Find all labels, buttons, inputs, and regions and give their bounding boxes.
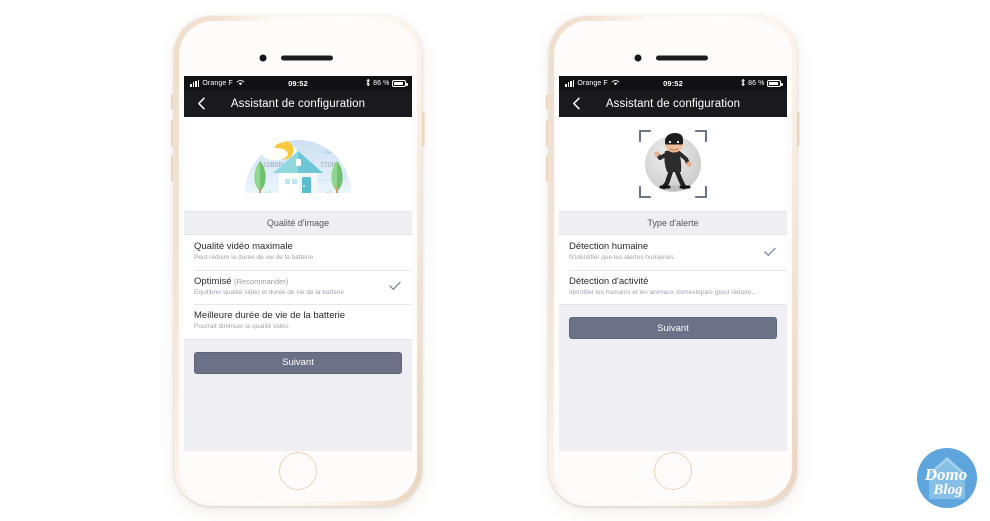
list-item[interactable]: Qualité vidéo maximale Peut réduire la d… xyxy=(184,235,412,270)
carrier-label: Orange F xyxy=(577,79,608,87)
chevron-left-icon xyxy=(572,97,581,110)
bottom-spacer xyxy=(184,374,412,452)
front-camera xyxy=(634,54,642,62)
chevron-left-icon xyxy=(197,97,206,110)
option-title: Détection d'activité xyxy=(569,275,649,287)
status-bar: Orange F 09:52 86 % xyxy=(559,76,787,90)
next-button-container: Suivant xyxy=(184,340,412,374)
bottom-spacer xyxy=(559,339,787,451)
option-title: Détection humaine xyxy=(569,241,649,252)
option-description: Pourrait diminuer la qualité vidéo xyxy=(194,323,289,331)
checkmark-icon xyxy=(763,247,777,257)
option-title: Meilleure durée de vie de la batterie xyxy=(194,310,346,321)
status-bar: Orange F 09:52 86 % xyxy=(184,76,412,90)
screen-content: Type d'alerte Détection humaine N'identi… xyxy=(559,117,787,451)
battery-icon xyxy=(392,79,408,87)
screen-content: 1080P 720P Qualité d'image Qualité vidéo… xyxy=(184,117,412,451)
option-description: Peut réduire la durée de vie de la batte… xyxy=(194,254,314,262)
earpiece-speaker xyxy=(281,55,333,61)
bluetooth-icon xyxy=(365,78,371,89)
hero-illustration-area: 1080P 720P xyxy=(184,117,412,212)
phone-right: Orange F 09:52 86 % Assistant de configu… xyxy=(546,16,800,506)
power-button[interactable] xyxy=(797,112,800,146)
signal-bars-icon xyxy=(190,79,200,87)
volume-down-button[interactable] xyxy=(171,155,174,182)
list-item[interactable]: Optimisé (Recommander) Équilibrer qualit… xyxy=(184,269,412,305)
screenshot-stage: Orange F 09:52 86 % Assistant de configu… xyxy=(0,0,990,521)
back-button[interactable] xyxy=(569,97,583,111)
burglar-detection-illustration xyxy=(639,130,707,198)
list-item[interactable]: Détection d'activité Identifier les huma… xyxy=(559,269,787,305)
option-description: Équilibrer qualité vidéo et durée de vie… xyxy=(194,288,344,296)
hero-illustration-area xyxy=(559,117,787,212)
phone-screen-left: Orange F 09:52 86 % Assistant de configu… xyxy=(184,76,412,451)
next-button[interactable]: Suivant xyxy=(569,317,777,339)
volume-up-button[interactable] xyxy=(546,120,549,147)
option-title: Qualité vidéo maximale xyxy=(194,241,293,252)
front-camera xyxy=(259,54,267,62)
next-button-container: Suivant xyxy=(559,305,787,339)
volume-up-button[interactable] xyxy=(171,120,174,147)
battery-percent-label: 86 % xyxy=(748,79,765,87)
bluetooth-icon xyxy=(740,78,746,89)
phone-screen-right: Orange F 09:52 86 % Assistant de configu… xyxy=(559,76,787,451)
home-button[interactable] xyxy=(654,452,692,490)
page-title: Assistant de configuration xyxy=(230,97,366,110)
nav-bar: Assistant de configuration xyxy=(184,90,412,117)
carrier-label: Orange F xyxy=(202,79,233,87)
checkmark-icon xyxy=(388,281,402,291)
option-description: N'identifier que les alertes humaines xyxy=(569,254,674,262)
back-button[interactable] xyxy=(194,97,208,111)
options-list: Détection humaine N'identifier que les a… xyxy=(559,234,787,305)
battery-percent-label: 86 % xyxy=(373,79,390,87)
watermark-line2: Blog xyxy=(932,482,963,498)
power-button[interactable] xyxy=(422,112,425,146)
volume-down-button[interactable] xyxy=(546,155,549,182)
list-item[interactable]: Meilleure durée de vie de la batterie Po… xyxy=(184,304,412,339)
domoblog-watermark: Domo Blog xyxy=(916,447,978,509)
phone-left: Orange F 09:52 86 % Assistant de configu… xyxy=(171,16,425,506)
earpiece-speaker xyxy=(656,55,708,61)
wifi-icon xyxy=(611,79,620,88)
section-header: Type d'alerte xyxy=(559,212,787,234)
signal-bars-icon xyxy=(565,79,575,87)
option-title: Optimisé (Recommander) xyxy=(194,275,289,287)
nav-bar: Assistant de configuration xyxy=(559,90,787,117)
label-720p: 720P xyxy=(320,162,337,169)
list-item[interactable]: Détection humaine N'identifier que les a… xyxy=(559,235,787,270)
option-title-suffix: (Recommander) xyxy=(234,276,289,286)
option-description: Identifier les humains et les animaux do… xyxy=(569,288,757,296)
section-header: Qualité d'image xyxy=(184,212,412,234)
battery-icon xyxy=(767,79,783,87)
label-1080p: 1080P xyxy=(263,162,284,169)
mute-switch[interactable] xyxy=(171,94,174,110)
page-title: Assistant de configuration xyxy=(605,97,741,110)
house-video-quality-illustration: 1080P 720P xyxy=(245,140,351,193)
clock-label: 09:52 xyxy=(288,78,308,88)
home-button[interactable] xyxy=(279,452,317,490)
mute-switch[interactable] xyxy=(546,94,549,110)
next-button[interactable]: Suivant xyxy=(194,351,402,374)
options-list: Qualité vidéo maximale Peut réduire la d… xyxy=(184,234,412,340)
wifi-icon xyxy=(236,79,245,88)
clock-label: 09:52 xyxy=(663,78,683,88)
